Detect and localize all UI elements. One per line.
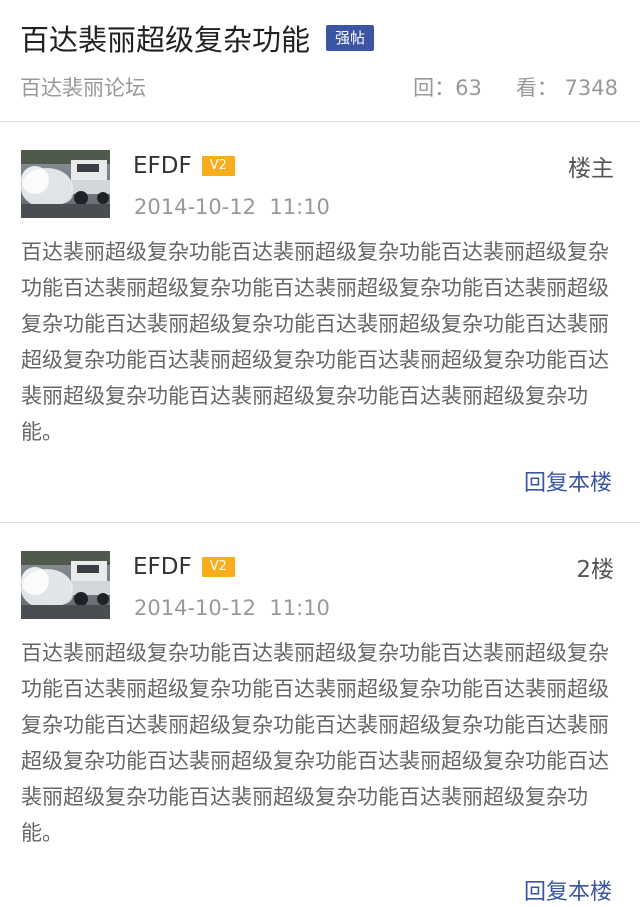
reply-this-floor-link[interactable]: 回复本楼 [524,874,612,906]
author-name[interactable]: EFDF [133,153,192,179]
thread-title: 百达裴丽超级复杂功能 [20,23,311,57]
author-name[interactable]: EFDF [133,554,192,580]
post-item: EFDF V2 2楼 2014-10-12 11:10 百达裴丽超级复杂功能百达… [0,524,640,907]
avatar[interactable] [21,551,110,619]
post-content: 百达裴丽超级复杂功能百达裴丽超级复杂功能百达裴丽超级复杂功能百达裴丽超级复杂功能… [21,240,609,444]
floor-label: 2楼 [576,557,614,583]
level-badge: V2 [201,557,235,577]
view-count: 看： 7348 [515,76,618,100]
level-badge: V2 [201,156,235,176]
forum-name-link[interactable]: 百达裴丽论坛 [20,72,146,102]
thread-stats: 回：63 看： 7348 [379,72,618,102]
post-time: 2014-10-12 11:10 [134,195,330,219]
author-row: EFDF V2 [133,552,235,582]
post-content: 百达裴丽超级复杂功能百达裴丽超级复杂功能百达裴丽超级复杂功能百达裴丽超级复杂功能… [21,641,609,845]
featured-badge: 强帖 [326,25,375,51]
thread-header: 百达裴丽超级复杂功能 强帖 百达裴丽论坛 回：63 看： 7348 [0,0,640,122]
reply-count: 回：63 [413,76,482,100]
avatar-photo-icon [21,150,110,218]
post-item: EFDF V2 楼主 2014-10-12 11:10 百达裴丽超级复杂功能百达… [0,123,640,523]
avatar[interactable] [21,150,110,218]
author-row: EFDF V2 [133,151,235,181]
post-time: 2014-10-12 11:10 [134,596,330,620]
avatar-photo-icon [21,551,110,619]
floor-label: 楼主 [568,156,614,182]
reply-this-floor-link[interactable]: 回复本楼 [524,465,612,497]
title-row: 百达裴丽超级复杂功能 强帖 [20,18,375,58]
thread-meta: 百达裴丽论坛 回：63 看： 7348 [20,72,618,102]
